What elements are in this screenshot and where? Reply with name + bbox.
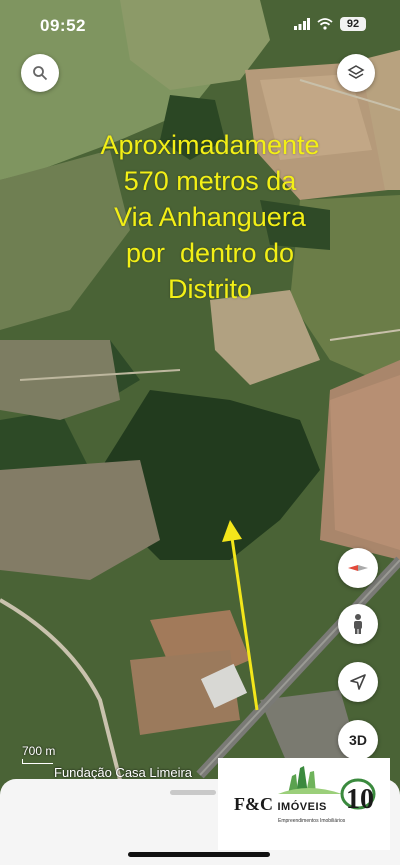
annotation-line: Aproximadamente — [100, 130, 320, 160]
map-annotation: Aproximadamente 570 metros da Via Anhang… — [40, 127, 380, 307]
annotation-line: por dentro do — [125, 238, 295, 268]
annotation-line: Distrito — [167, 274, 252, 304]
logo-badge: 10 — [346, 784, 374, 815]
home-indicator[interactable] — [128, 852, 270, 857]
logo-brand-name: F&C — [234, 794, 273, 814]
wifi-icon — [317, 18, 333, 30]
status-time: 09:52 — [40, 16, 86, 35]
search-icon — [33, 66, 48, 81]
three-d-button[interactable]: 3D — [338, 720, 378, 760]
watermark-logo: F&C IMÓVEIS 10 Empreendimentos Imobiliár… — [218, 758, 390, 850]
scale-label: 700 m — [22, 744, 56, 758]
layers-icon — [347, 65, 365, 79]
sheet-handle[interactable] — [170, 790, 216, 795]
annotation-line: 570 metros da — [123, 166, 297, 196]
status-icons: 92 — [294, 17, 366, 31]
my-location-button[interactable] — [338, 662, 378, 702]
status-bar: 09:52 92 — [0, 0, 400, 44]
logo-brand: F&C IMÓVEIS — [234, 794, 327, 815]
annotation-line: Via Anhanguera — [114, 202, 306, 232]
logo-brand-suffix: IMÓVEIS — [277, 801, 327, 813]
street-view-button[interactable] — [338, 604, 378, 644]
logo-tagline: Empreendimentos Imobiliários — [278, 818, 346, 824]
location-arrow-icon — [350, 674, 366, 690]
search-button[interactable] — [21, 54, 59, 92]
scale-bar — [22, 759, 53, 764]
signal-icon — [294, 18, 310, 30]
compass-button[interactable] — [338, 548, 378, 588]
map-scale: 700 m — [22, 744, 55, 764]
battery-icon: 92 — [340, 17, 366, 31]
poi-label[interactable]: Fundação Casa Limeira — [54, 765, 192, 780]
pegman-icon — [354, 614, 362, 634]
compass-icon — [348, 565, 368, 571]
layers-button[interactable] — [337, 54, 375, 92]
